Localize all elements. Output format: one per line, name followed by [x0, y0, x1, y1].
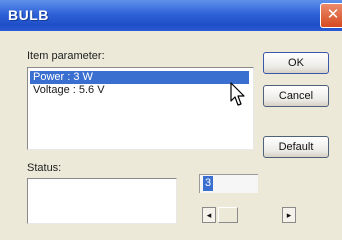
close-button[interactable]: ✕	[320, 3, 342, 28]
value-input[interactable]: 3	[199, 174, 258, 193]
slider-right-arrow-button[interactable]: ▸	[282, 207, 296, 223]
title-bar[interactable]: BULB ✕	[0, 0, 342, 31]
window-title: BULB	[8, 7, 49, 23]
default-button[interactable]: Default	[263, 136, 329, 158]
ok-button[interactable]: OK	[263, 52, 329, 74]
close-icon: ✕	[326, 6, 340, 23]
list-item-voltage[interactable]: Voltage : 5.6 V	[30, 84, 105, 97]
list-item-power[interactable]: Power : 3 W	[30, 71, 249, 84]
item-parameter-label: Item parameter:	[27, 50, 105, 62]
slider-left-arrow-button[interactable]: ◂	[202, 207, 216, 223]
value-text: 3	[203, 176, 214, 191]
bulb-dialog: BULB ✕ Item parameter: Power : 3 W Volta…	[0, 0, 342, 240]
mouse-pointer-icon	[230, 82, 245, 106]
right-arrow-icon: ▸	[286, 210, 292, 220]
cancel-button[interactable]: Cancel	[263, 85, 329, 107]
parameter-list[interactable]: Power : 3 W Voltage : 5.6 V	[27, 67, 254, 150]
left-arrow-icon: ◂	[206, 210, 212, 220]
slider-thumb[interactable]	[218, 207, 238, 223]
status-box	[27, 178, 177, 224]
status-label: Status:	[27, 162, 62, 174]
